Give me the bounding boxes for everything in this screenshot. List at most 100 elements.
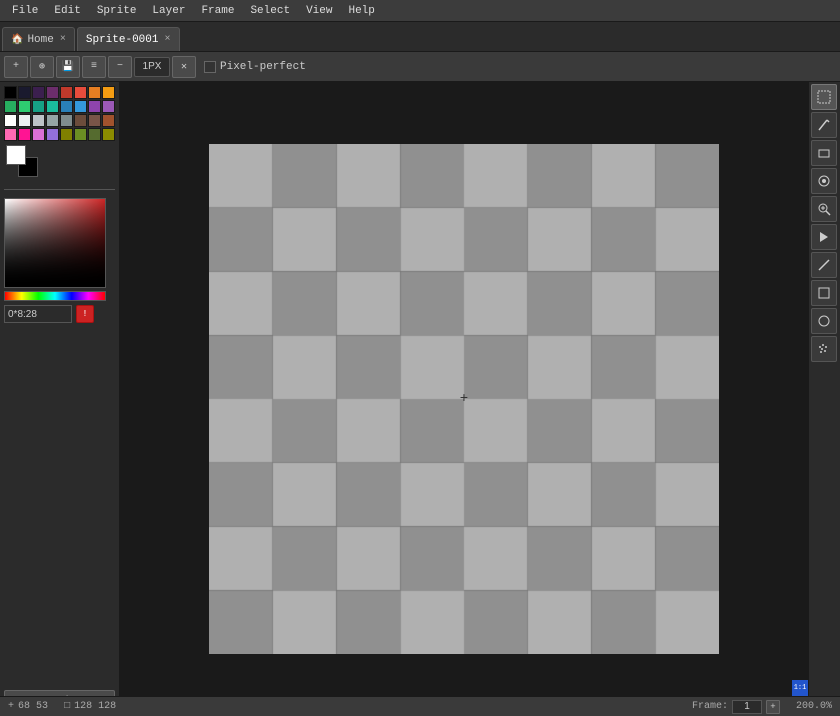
- tool-fill[interactable]: [811, 224, 837, 250]
- palette-cell-2[interactable]: [32, 86, 45, 99]
- palette-cell-7[interactable]: [102, 86, 115, 99]
- checker-canvas: [209, 144, 719, 654]
- palette-cell-19[interactable]: [46, 114, 59, 127]
- duplicate-button[interactable]: ⊕: [30, 56, 54, 78]
- palette-cell-0[interactable]: [4, 86, 17, 99]
- left-panel: ! Mask: [0, 82, 120, 716]
- palette-cell-23[interactable]: [102, 114, 115, 127]
- palette-cell-12[interactable]: [60, 100, 73, 113]
- palette-cell-30[interactable]: [88, 128, 101, 141]
- menu-edit[interactable]: Edit: [46, 3, 88, 19]
- sprite-size: □ 128 128: [64, 701, 116, 712]
- eyedropper-icon: [817, 174, 831, 188]
- pencil-icon: [817, 118, 831, 132]
- pixel-perfect-checkbox[interactable]: [204, 61, 216, 73]
- palette-cell-15[interactable]: [102, 100, 115, 113]
- menu-select[interactable]: Select: [242, 3, 298, 19]
- cancel-button[interactable]: ✕: [172, 56, 196, 78]
- menu-help[interactable]: Help: [340, 3, 382, 19]
- line-icon: [817, 258, 831, 272]
- tab-home-close[interactable]: ×: [60, 34, 66, 45]
- save-button[interactable]: 💾: [56, 56, 80, 78]
- new-button[interactable]: +: [4, 56, 28, 78]
- right-tools-panel: [808, 82, 840, 716]
- corner-indicator: 1:1: [792, 680, 808, 696]
- palette-cell-29[interactable]: [74, 128, 87, 141]
- cursor-position: + 68 53: [8, 701, 48, 712]
- palette-cell-21[interactable]: [74, 114, 87, 127]
- tool-magnifier[interactable]: [811, 196, 837, 222]
- palette-cell-18[interactable]: [32, 114, 45, 127]
- tool-spray[interactable]: [811, 336, 837, 362]
- fg-color-swatch[interactable]: [6, 145, 26, 165]
- tool-eraser[interactable]: [811, 140, 837, 166]
- menu-layer[interactable]: Layer: [144, 3, 193, 19]
- palette-cell-3[interactable]: [46, 86, 59, 99]
- color-picker-area: !: [0, 194, 119, 327]
- tab-home-label: Home: [27, 34, 53, 46]
- palette-separator: [4, 189, 115, 190]
- sprite-canvas: +: [209, 144, 719, 654]
- palette-cell-14[interactable]: [88, 100, 101, 113]
- canvas-inner: +: [120, 82, 808, 716]
- tab-sprite-label: Sprite-0001: [86, 34, 159, 46]
- tool-line[interactable]: [811, 252, 837, 278]
- menu-frame[interactable]: Frame: [193, 3, 242, 19]
- alert-button[interactable]: !: [76, 305, 94, 323]
- size-input[interactable]: [134, 57, 170, 77]
- marquee-icon: [817, 90, 831, 104]
- menu-button[interactable]: ≡: [82, 56, 106, 78]
- minus-button[interactable]: −: [108, 56, 132, 78]
- color-palette: [0, 82, 119, 185]
- frame-input[interactable]: [732, 700, 762, 714]
- hex-input[interactable]: [4, 305, 72, 323]
- rect-icon: [817, 286, 831, 300]
- tool-ellipse[interactable]: [811, 308, 837, 334]
- tool-marquee[interactable]: [811, 84, 837, 110]
- palette-cell-9[interactable]: [18, 100, 31, 113]
- palette-cell-20[interactable]: [60, 114, 73, 127]
- tool-pencil[interactable]: [811, 112, 837, 138]
- palette-cell-16[interactable]: [4, 114, 17, 127]
- palette-cell-6[interactable]: [88, 86, 101, 99]
- menu-view[interactable]: View: [298, 3, 340, 19]
- palette-cell-31[interactable]: [102, 128, 115, 141]
- hue-bar[interactable]: [4, 291, 106, 301]
- tab-home[interactable]: 🏠 Home ×: [2, 27, 75, 51]
- gradient-box[interactable]: [4, 198, 106, 288]
- palette-cell-8[interactable]: [4, 100, 17, 113]
- tool-eyedropper[interactable]: [811, 168, 837, 194]
- palette-cell-26[interactable]: [32, 128, 45, 141]
- fill-icon: [817, 230, 831, 244]
- toolbar: + ⊕ 💾 ≡ − ✕ Pixel-perfect: [0, 52, 840, 82]
- home-icon: 🏠: [11, 34, 23, 46]
- fg-bg-swatch-container: [6, 145, 42, 181]
- menu-file[interactable]: File: [4, 3, 46, 19]
- color-value-row: !: [4, 305, 115, 323]
- tool-rect[interactable]: [811, 280, 837, 306]
- canvas-area[interactable]: +: [120, 82, 808, 716]
- palette-cell-25[interactable]: [18, 128, 31, 141]
- palette-cell-11[interactable]: [46, 100, 59, 113]
- palette-cell-13[interactable]: [74, 100, 87, 113]
- palette-cell-24[interactable]: [4, 128, 17, 141]
- menu-sprite[interactable]: Sprite: [89, 3, 145, 19]
- tab-sprite-close[interactable]: ×: [165, 34, 171, 45]
- cursor-coords: 68 53: [18, 701, 48, 712]
- palette-cell-5[interactable]: [74, 86, 87, 99]
- tab-sprite[interactable]: Sprite-0001 ×: [77, 27, 180, 51]
- frame-control: Frame: +: [692, 700, 780, 714]
- zoom-in-button[interactable]: +: [766, 700, 780, 714]
- palette-cell-1[interactable]: [18, 86, 31, 99]
- pixel-perfect-label: Pixel-perfect: [220, 61, 306, 73]
- palette-cell-28[interactable]: [60, 128, 73, 141]
- palette-cell-10[interactable]: [32, 100, 45, 113]
- sprite-dimensions: 128 128: [74, 701, 116, 712]
- frame-label: Frame:: [692, 701, 728, 712]
- palette-cell-17[interactable]: [18, 114, 31, 127]
- main-layout: ! Mask +: [0, 82, 840, 716]
- status-bar: + 68 53 □ 128 128 Frame: + 200.0%: [0, 696, 840, 716]
- palette-cell-27[interactable]: [46, 128, 59, 141]
- palette-cell-22[interactable]: [88, 114, 101, 127]
- palette-cell-4[interactable]: [60, 86, 73, 99]
